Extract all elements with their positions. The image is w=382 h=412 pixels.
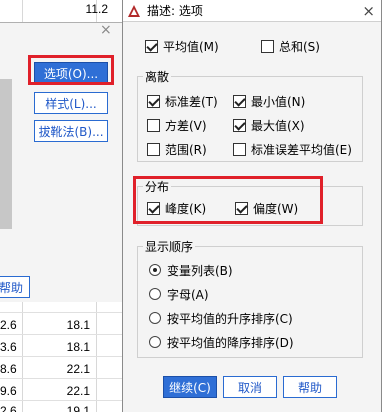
cell-value: 18.1 xyxy=(66,340,90,354)
cell-value: 9.6 xyxy=(0,384,17,398)
cell-value: 22.1 xyxy=(66,384,90,398)
close-icon[interactable]: × xyxy=(362,2,375,20)
bootstrap-button[interactable]: 拔靴法(B)... xyxy=(34,120,108,142)
cell-value: 19.1 xyxy=(66,404,90,412)
variance-checkbox[interactable]: 方差(V) xyxy=(147,116,207,134)
bootstrap-button-label: 拔靴法(B)... xyxy=(38,124,104,139)
row-divider xyxy=(0,400,128,401)
mean-label: 平均值(M) xyxy=(163,39,219,54)
checkbox-box xyxy=(147,94,160,108)
checkbox-box xyxy=(233,118,246,132)
alphabetic-radio[interactable]: 字母(A) xyxy=(149,285,209,303)
checkbox-box xyxy=(261,39,274,53)
ascending-means-radio[interactable]: 按平均值的升序排序(C) xyxy=(149,309,293,327)
maximum-label: 最大值(X) xyxy=(251,118,305,133)
style-button[interactable]: 样式(L)... xyxy=(34,92,108,114)
descending-means-label: 按平均值的降序排序(D) xyxy=(167,335,294,350)
checkbox-box xyxy=(147,118,160,132)
cell-value: 18.1 xyxy=(66,318,90,332)
std-error-mean-checkbox[interactable]: 标准误差平均值(E) xyxy=(233,140,352,158)
checkbox-box xyxy=(147,142,160,156)
cell-value: 2.6 xyxy=(0,404,17,412)
std-dev-label: 标准差(T) xyxy=(165,94,218,109)
style-button-label: 样式(L)... xyxy=(45,96,97,111)
cell-value: 11.2 xyxy=(85,2,108,16)
radio-dot xyxy=(149,264,161,276)
cell-value: 8.6 xyxy=(0,362,17,376)
sum-label: 总和(S) xyxy=(279,39,320,54)
variable-list-panel xyxy=(0,79,12,229)
cell-value: 2.6 xyxy=(0,318,17,332)
dialog-titlebar: 描述: 选项 × xyxy=(123,0,381,22)
continue-button[interactable]: 继续(C) xyxy=(163,376,217,398)
parent-help-label: 帮助 xyxy=(0,280,23,295)
row-divider xyxy=(0,334,128,335)
checkbox-box xyxy=(233,142,246,156)
row-divider xyxy=(0,356,128,357)
descending-means-radio[interactable]: 按平均值的降序排序(D) xyxy=(149,333,294,351)
alphabetic-label: 字母(A) xyxy=(167,287,209,302)
minimum-label: 最小值(N) xyxy=(251,94,306,109)
minimum-checkbox[interactable]: 最小值(N) xyxy=(233,92,305,110)
ascending-means-label: 按平均值的升序排序(C) xyxy=(167,311,293,326)
highlight-distribution-group xyxy=(133,176,323,224)
cancel-label: 取消 xyxy=(237,380,262,395)
continue-label: 继续(C) xyxy=(169,380,211,395)
row-divider xyxy=(0,378,128,379)
radio-dot xyxy=(149,288,161,300)
help-label: 帮助 xyxy=(297,380,322,395)
checkbox-box xyxy=(233,94,246,108)
maximum-checkbox[interactable]: 最大值(X) xyxy=(233,116,305,134)
row-divider xyxy=(0,312,128,313)
cell-value: 22.1 xyxy=(66,362,90,376)
variable-list-radio[interactable]: 变量列表(B) xyxy=(149,261,233,279)
range-checkbox[interactable]: 范围(R) xyxy=(147,140,207,158)
highlight-options-button xyxy=(28,55,114,85)
checkbox-box xyxy=(145,39,158,53)
parent-close-icon[interactable]: × xyxy=(100,22,112,38)
dispersion-title: 离散 xyxy=(143,68,172,85)
variable-list-label: 变量列表(B) xyxy=(167,263,233,278)
parent-help-button[interactable]: 帮助 xyxy=(0,276,30,298)
help-button[interactable]: 帮助 xyxy=(283,376,337,398)
variance-label: 方差(V) xyxy=(165,118,207,133)
sum-checkbox[interactable]: 总和(S) xyxy=(261,37,320,55)
std-error-mean-label: 标准误差平均值(E) xyxy=(251,142,352,157)
mean-checkbox[interactable]: 平均值(M) xyxy=(145,37,219,55)
display-order-title: 显示顺序 xyxy=(143,238,196,255)
range-label: 范围(R) xyxy=(165,142,207,157)
descriptives-options-dialog: 描述: 选项 × 平均值(M) 总和(S) 离散 标准差(T) 最小值(N) 方… xyxy=(122,0,382,412)
app-icon xyxy=(128,4,140,17)
cell-value: 3.6 xyxy=(0,340,17,354)
radio-dot xyxy=(149,336,161,348)
cancel-button[interactable]: 取消 xyxy=(223,376,277,398)
radio-dot xyxy=(149,312,161,324)
dialog-title: 描述: 选项 xyxy=(147,4,203,18)
std-dev-checkbox[interactable]: 标准差(T) xyxy=(147,92,218,110)
